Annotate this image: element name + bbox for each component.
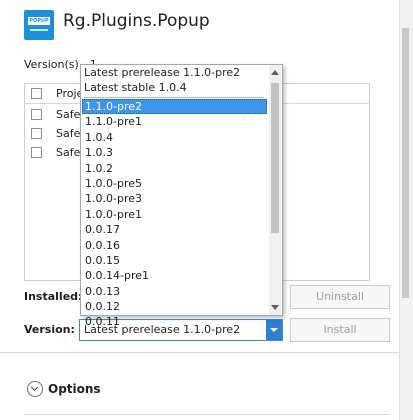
window-scrollbar-thumb[interactable]: [402, 28, 409, 298]
dropdown-version-item[interactable]: 0.0.12: [82, 299, 267, 314]
dropdown-version-item[interactable]: 1.0.0-pre5: [82, 176, 267, 191]
dropdown-version-item[interactable]: 1.0.2: [82, 161, 267, 176]
dropdown-separator: [84, 97, 264, 98]
package-icon: POPUP: [24, 10, 54, 40]
select-all-checkbox[interactable]: [31, 88, 42, 99]
dropdown-version-item[interactable]: 0.0.11: [82, 314, 267, 329]
dropdown-version-item[interactable]: 1.0.0-pre3: [82, 191, 267, 206]
dropdown-version-item[interactable]: 1.0.4: [82, 130, 267, 145]
dropdown-version-item[interactable]: 1.1.0-pre2: [82, 99, 267, 115]
project-name: Safe: [56, 127, 81, 140]
install-button[interactable]: Install: [290, 318, 390, 342]
dropdown-arrow-icon[interactable]: [266, 320, 282, 340]
dropdown-version-item[interactable]: 1.0.3: [82, 145, 267, 160]
scroll-down-icon[interactable]: [271, 305, 279, 310]
dropdown-version-item[interactable]: 0.0.14-pre1: [82, 268, 267, 283]
version-label: Version:: [24, 323, 75, 336]
project-name: Safe: [56, 146, 81, 159]
version-dropdown-list[interactable]: Latest prerelease 1.1.0-pre2 Latest stab…: [80, 64, 283, 328]
dropdown-header-item[interactable]: Latest prerelease 1.1.0-pre2: [84, 66, 240, 79]
dropdown-scrollbar[interactable]: [269, 65, 281, 315]
uninstall-button[interactable]: Uninstall: [290, 285, 390, 309]
dropdown-version-item[interactable]: 0.0.17: [82, 222, 267, 237]
dropdown-scrollbar-thumb[interactable]: [271, 83, 279, 233]
package-icon-line: [30, 29, 48, 31]
dropdown-header-item[interactable]: Latest stable 1.0.4: [84, 81, 187, 94]
project-checkbox[interactable]: [31, 128, 42, 139]
dropdown-version-item[interactable]: 0.0.15: [82, 253, 267, 268]
project-name: Safe: [56, 108, 81, 121]
dropdown-version-item[interactable]: 0.0.13: [82, 284, 267, 299]
package-title: Rg.Plugins.Popup: [63, 11, 210, 31]
project-checkbox[interactable]: [31, 109, 42, 120]
project-checkbox[interactable]: [31, 147, 42, 158]
expand-options-icon[interactable]: [27, 381, 43, 397]
package-icon-badge: POPUP: [28, 17, 50, 25]
dropdown-version-item[interactable]: 1.1.0-pre1: [82, 114, 267, 129]
dropdown-version-item[interactable]: 0.0.16: [82, 238, 267, 253]
section-divider: [0, 352, 399, 353]
section-divider: [24, 414, 390, 415]
dropdown-version-item[interactable]: 1.0.0-pre1: [82, 207, 267, 222]
installed-label: Installed:: [24, 290, 83, 303]
options-label[interactable]: Options: [48, 382, 101, 396]
dropdown-version-list[interactable]: 1.1.0-pre2 1.1.0-pre1 1.0.4 1.0.3 1.0.2 …: [82, 99, 267, 330]
scroll-up-icon[interactable]: [271, 70, 279, 75]
